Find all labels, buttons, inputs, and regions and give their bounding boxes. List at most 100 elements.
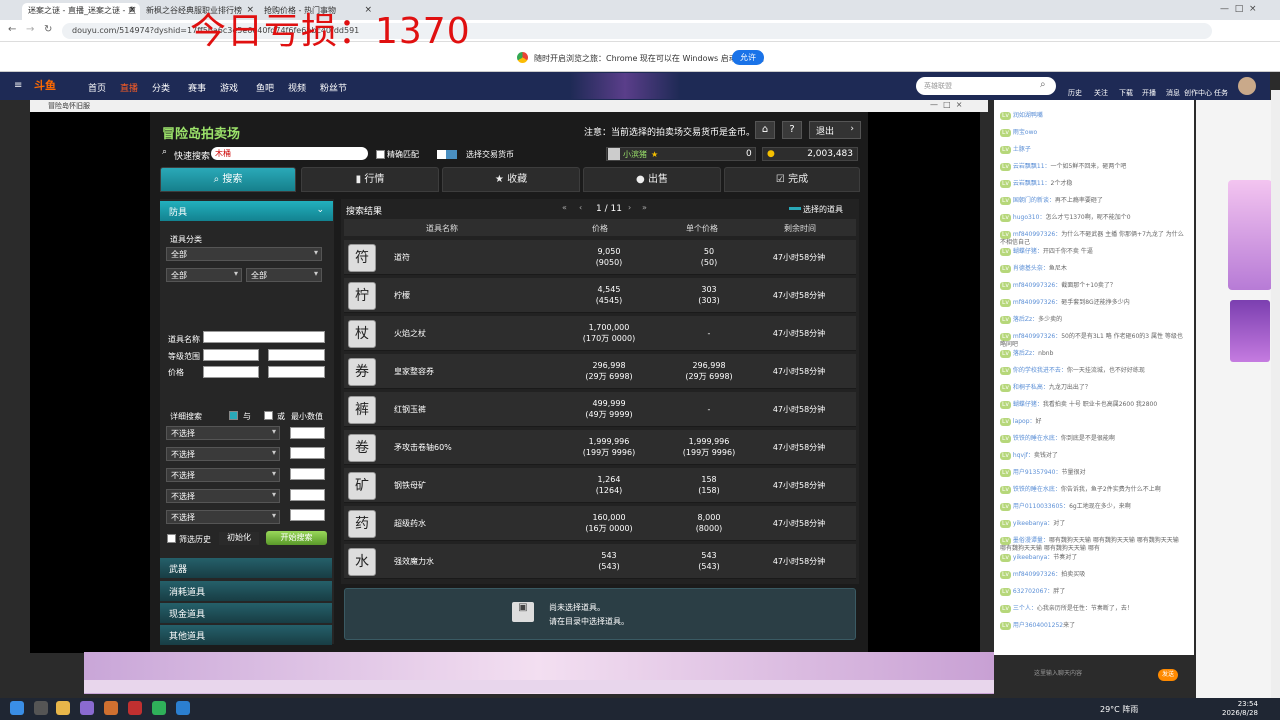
tab-search[interactable]: ⌕ 搜索	[160, 167, 296, 192]
result-row[interactable]: 裤 红钢玉裤 499,999 (49万 9999) - 47小时58分钟	[344, 392, 856, 427]
result-row[interactable]: 卷 矛攻击卷轴60% 1,999,996 (199万 9996) 1,999,996 (1…	[344, 430, 856, 465]
wechat-taskbar-icon[interactable]	[152, 701, 166, 715]
chat-user[interactable]: hugo310：	[1013, 214, 1046, 221]
level-max-select[interactable]	[268, 349, 325, 361]
chat-user[interactable]: 用户91357940：	[1013, 469, 1062, 476]
col-price[interactable]: 价格	[592, 223, 608, 234]
option-value-input[interactable]	[290, 427, 325, 439]
game-taskbar-icon[interactable]	[104, 701, 118, 715]
category-select[interactable]: 全部 ▾	[166, 247, 322, 261]
tab-complete[interactable]: ☑ 完成	[724, 167, 860, 192]
tab-sell[interactable]: ● 出售	[583, 167, 721, 192]
price-max-input[interactable]	[268, 366, 325, 378]
select-currency-label[interactable]: 选择交易货币	[466, 149, 514, 160]
option-value-input[interactable]	[290, 509, 325, 521]
window-controls[interactable]: — □ ×	[1220, 4, 1257, 14]
nav-item[interactable]: 赛事	[188, 81, 206, 94]
result-row[interactable]: 柠 柠檬 4,545 (4545) 303 (303) 47小时58分钟	[344, 278, 856, 313]
quick-search-input[interactable]: 木桶	[211, 147, 368, 160]
app-taskbar-icon[interactable]	[176, 701, 190, 715]
result-row[interactable]: 水 强效魔力水 543 (543) 543 (543) 47小时58分钟	[344, 544, 856, 579]
chat-user[interactable]: mf840997326：	[1013, 299, 1061, 306]
option-select[interactable]: 不选择 ▾	[166, 447, 280, 461]
nav-right-item[interactable]: 下载	[1119, 88, 1133, 98]
level-min-select[interactable]	[203, 349, 259, 361]
chrome-taskbar-icon[interactable]	[56, 701, 70, 715]
chat-user[interactable]: 落后Zz：	[1013, 316, 1038, 323]
search-icon[interactable]	[34, 701, 48, 715]
price-min-input[interactable]	[203, 366, 259, 378]
chat-user[interactable]: 墨俗漫谭量：	[1013, 537, 1049, 544]
weather-widget[interactable]: 29°C 阵雨	[1100, 704, 1138, 715]
windows-start-icon[interactable]	[10, 701, 24, 715]
chat-input[interactable]: 这里输入聊天内容	[1030, 664, 1150, 680]
chat-user[interactable]: 铁铁的睡在水底：	[1013, 486, 1061, 493]
send-button[interactable]: 发送	[1158, 669, 1178, 681]
search-icon[interactable]: ⌕	[1040, 79, 1046, 90]
category-weapons[interactable]: 武器	[160, 558, 332, 578]
currency-icon[interactable]	[437, 150, 457, 159]
nav-right-item[interactable]: 关注	[1094, 88, 1108, 98]
chat-user[interactable]: 用户3604001252	[1013, 622, 1063, 629]
chat-user[interactable]: 蝴蝶仔猪：	[1013, 248, 1043, 255]
subcategory-select[interactable]: 全部 ▾	[246, 268, 322, 282]
chat-user[interactable]: 土豚子	[1013, 146, 1031, 153]
option-select[interactable]: 不选择 ▾	[166, 426, 280, 440]
nav-right-item[interactable]: 消息	[1166, 88, 1180, 98]
chat-user[interactable]: lapop：	[1013, 418, 1036, 425]
site-logo[interactable]: 斗鱼	[34, 77, 76, 95]
avatar[interactable]	[1238, 77, 1256, 95]
chat-user[interactable]: 润如湖鸭嘴	[1013, 112, 1043, 119]
nav-right-item[interactable]: 任务	[1214, 88, 1228, 98]
nav-right-item[interactable]: 历史	[1068, 88, 1082, 98]
chat-user[interactable]: 蝴蝶仔猪：	[1013, 401, 1043, 408]
subcategory-select[interactable]: 全部 ▾	[166, 268, 242, 282]
forward-icon[interactable]: →	[26, 24, 34, 35]
browser-tab[interactable]: 迷案之谜 - 直播_迷案之谜 - 直 ×	[22, 3, 140, 20]
last-page-icon[interactable]: »	[642, 203, 647, 212]
option-value-input[interactable]	[290, 447, 325, 459]
site-search-input[interactable]: 英雄联盟	[916, 77, 1056, 95]
menu-icon[interactable]: ≡	[14, 80, 22, 91]
result-row[interactable]: 药 超级药水 160,000 (16万 0000) 8,000 (8000) 47小时58分…	[344, 506, 856, 541]
app-taskbar-icon[interactable]	[80, 701, 94, 715]
save-icon[interactable]: ⌂	[755, 121, 775, 139]
option-select[interactable]: 不选择 ▾	[166, 510, 280, 524]
result-row[interactable]: 矿 钢铁母矿 1,264 (1264) 158 (158) 47小时58分钟	[344, 468, 856, 503]
reset-button[interactable]: 初始化	[219, 532, 259, 545]
chat-user[interactable]: yikeebanya：	[1013, 554, 1053, 561]
category-consumables[interactable]: 消耗道具	[160, 581, 332, 601]
page-scrollbar[interactable]	[1271, 90, 1280, 698]
col-item-name[interactable]: 道具名称	[426, 223, 458, 234]
app-taskbar-icon[interactable]	[128, 701, 142, 715]
chat-user[interactable]: 雨宝owo	[1013, 129, 1037, 136]
prev-page-icon[interactable]: ‹	[579, 203, 582, 212]
promo-banner[interactable]	[1230, 300, 1270, 362]
promo-banner[interactable]	[1228, 180, 1272, 290]
chat-user[interactable]: 落后Zz：	[1013, 350, 1038, 357]
col-unit-price[interactable]: 单个价格	[686, 223, 718, 234]
tab-favorites[interactable]: ★ 收藏	[442, 167, 580, 192]
or-checkbox[interactable]	[264, 411, 273, 420]
nav-item[interactable]: 首页	[88, 81, 106, 94]
nav-item[interactable]: 分类	[152, 81, 170, 94]
item-name-input[interactable]	[203, 331, 325, 343]
nav-right-item[interactable]: 开播	[1142, 88, 1156, 98]
chat-user[interactable]: mf840997326：	[1013, 571, 1061, 578]
chat-user[interactable]: 和桐子私高：	[1013, 384, 1049, 391]
chat-user[interactable]: mf840997326：	[1013, 282, 1061, 289]
chat-user[interactable]: 云岩飘飘11：	[1013, 180, 1051, 187]
history-checkbox[interactable]	[167, 534, 176, 543]
banner-image[interactable]	[570, 73, 680, 99]
help-icon[interactable]: ?	[782, 121, 802, 139]
chat-user[interactable]: 632702067：	[1013, 588, 1053, 595]
chat-user[interactable]: mf840997326：	[1013, 231, 1061, 238]
result-row[interactable]: 券 皇家整容券 296,998 (29万 6998) 296,998 (29万 6998)…	[344, 354, 856, 389]
exit-button[interactable]: 退出 ›	[809, 121, 861, 139]
nav-item[interactable]: 视频	[288, 81, 306, 94]
nav-item[interactable]: 鱼吧	[256, 81, 274, 94]
next-page-icon[interactable]: ›	[628, 203, 631, 212]
nav-item[interactable]: 游戏	[220, 81, 238, 94]
nav-item[interactable]: 粉丝节	[320, 81, 347, 94]
taskbar-clock[interactable]: 23:54 2026/8/28	[1222, 700, 1258, 718]
